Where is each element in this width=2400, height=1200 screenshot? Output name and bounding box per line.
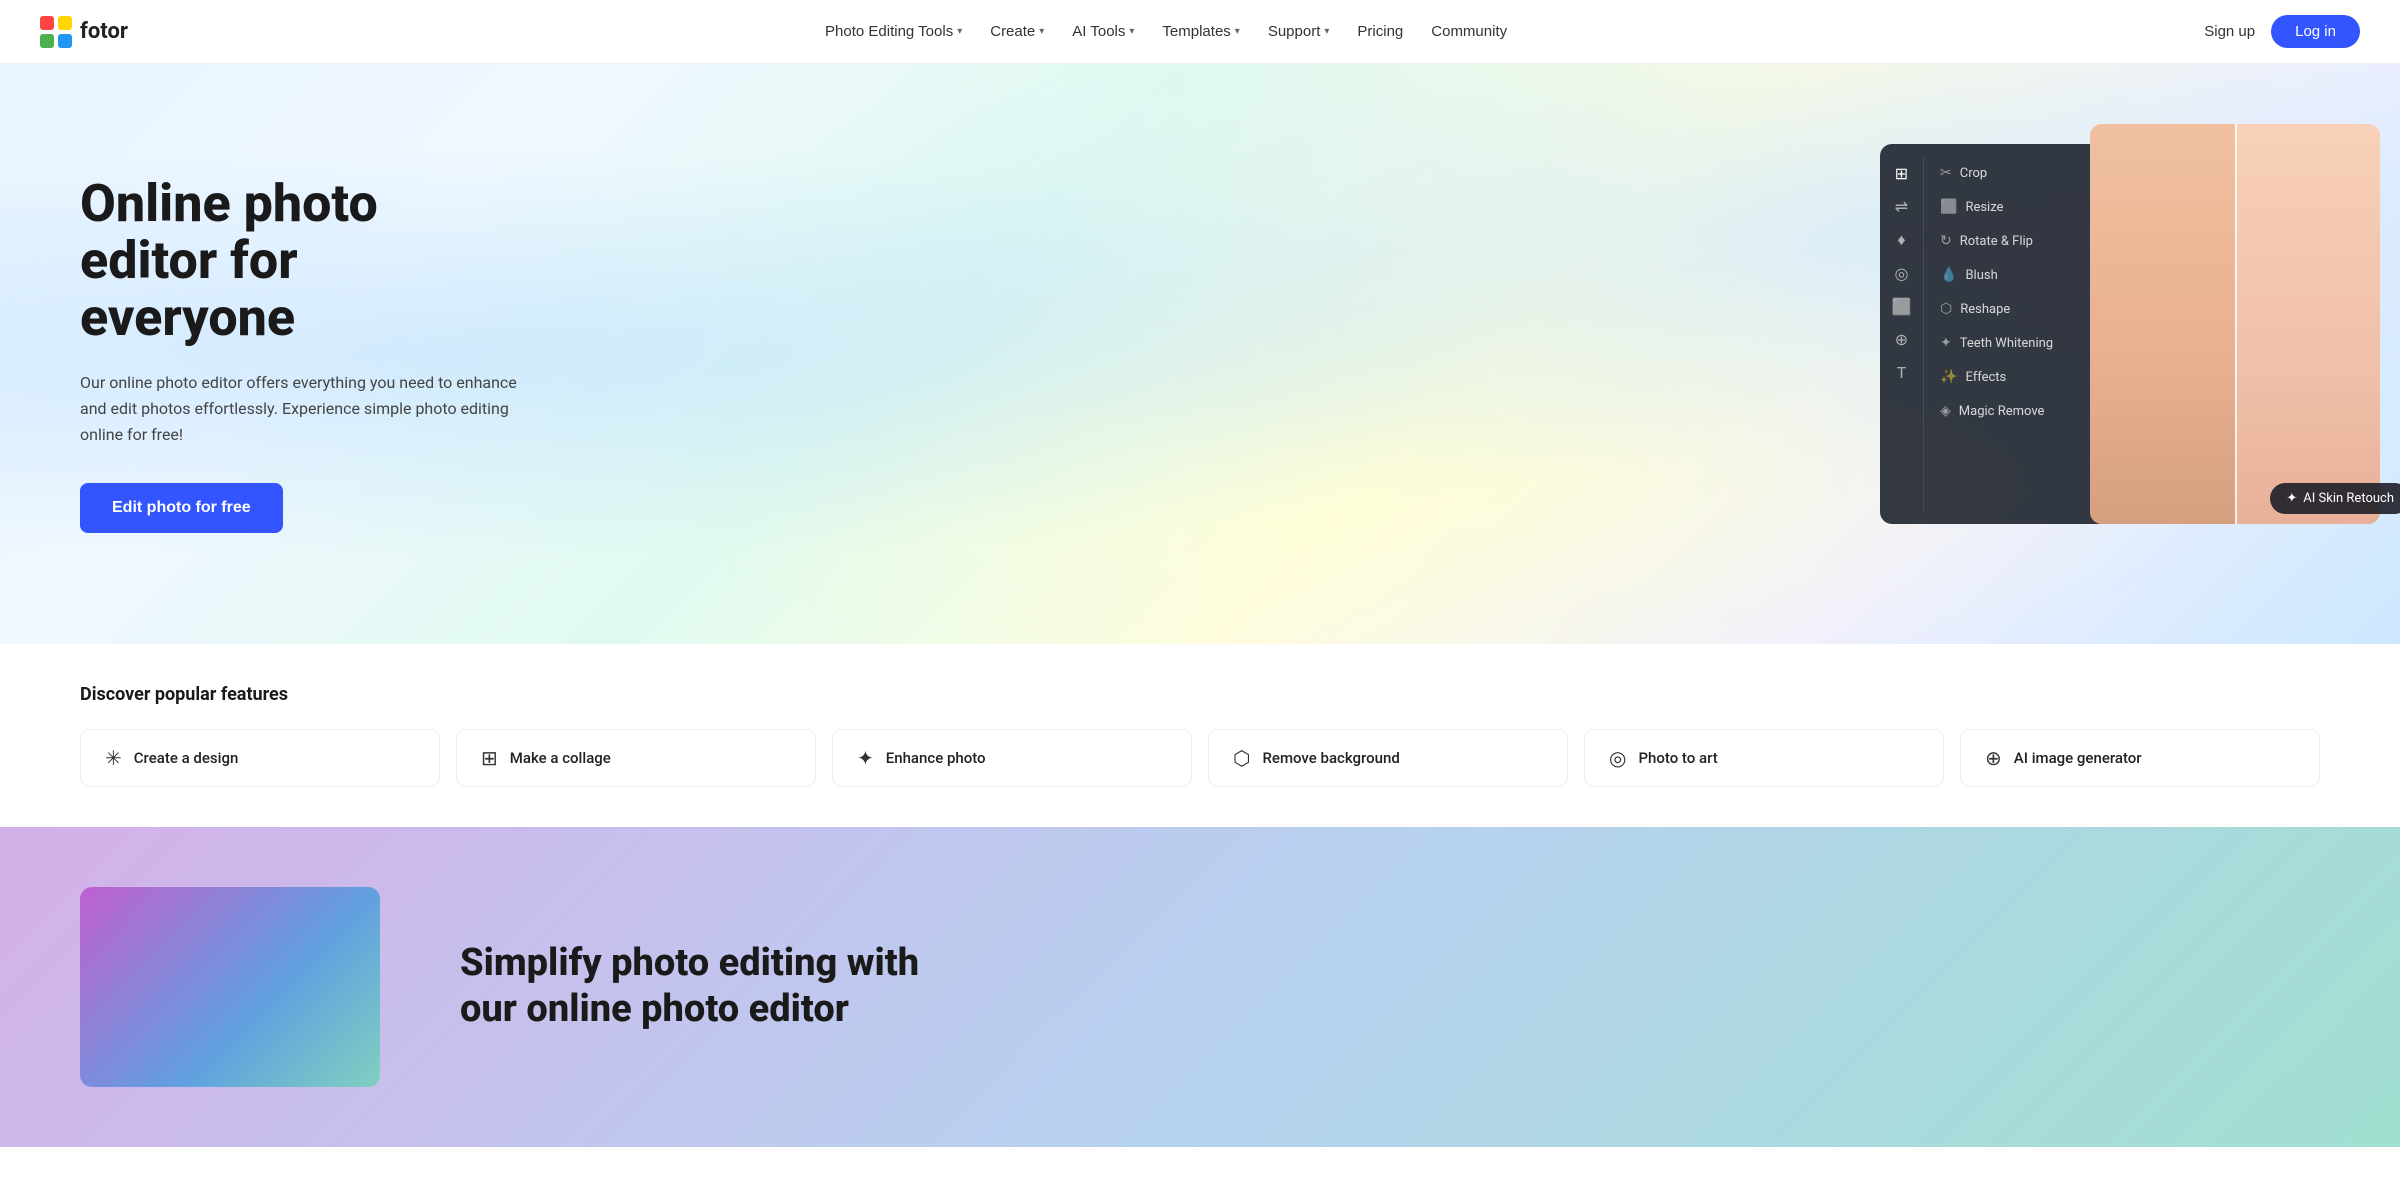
signup-button[interactable]: Sign up	[2204, 23, 2255, 40]
edit-photo-button[interactable]: Edit photo for free	[80, 483, 283, 533]
ai-badge: ✦ AI Skin Retouch	[2270, 483, 2400, 514]
chevron-down-icon: ▾	[1235, 26, 1240, 37]
bottom-text: Simplify photo editing with our online p…	[460, 941, 960, 1032]
ai-image-gen-icon: ⊕	[1985, 746, 2002, 770]
chevron-down-icon: ▾	[1324, 26, 1329, 37]
menu-item-effects[interactable]: ✨ Effects	[1932, 360, 2102, 394]
panel-people-icon[interactable]: ⊕	[1895, 330, 1908, 349]
face-left	[2090, 124, 2235, 524]
enhance-photo-icon: ✦	[857, 746, 874, 770]
remove-bg-icon: ⬡	[1233, 746, 1250, 770]
nav-support[interactable]: Support ▾	[1256, 15, 1342, 48]
blush-icon: 💧	[1940, 267, 1957, 283]
feature-ai-image-generator[interactable]: ⊕ AI image generator	[1960, 729, 2320, 787]
nav-community[interactable]: Community	[1419, 15, 1519, 48]
bottom-title: Simplify photo editing with our online p…	[460, 941, 960, 1032]
feature-remove-background[interactable]: ⬡ Remove background	[1208, 729, 1568, 787]
panel-grid-icon[interactable]: ⊞	[1895, 164, 1908, 183]
logo[interactable]: fotor	[40, 16, 128, 48]
reshape-icon: ⬡	[1940, 301, 1952, 317]
panel-text-icon[interactable]: T	[1897, 363, 1907, 382]
feature-create-design[interactable]: ✳ Create a design	[80, 729, 440, 787]
create-design-icon: ✳	[105, 746, 122, 770]
rotate-icon: ↻	[1940, 233, 1952, 249]
panel-beauty-icon[interactable]: ♦	[1897, 230, 1905, 250]
resize-icon: ⬜	[1940, 199, 1957, 215]
editor-panel: ⊞ ⇌ ♦ ◎ ⬜ ⊕ T ✂ Crop ⬜ Resize ↻ R	[1880, 144, 2110, 524]
menu-item-rotate[interactable]: ↻ Rotate & Flip	[1932, 224, 2102, 258]
teeth-icon: ✦	[1940, 335, 1952, 351]
logo-text: fotor	[80, 19, 128, 44]
ai-icon: ✦	[2286, 491, 2297, 506]
bottom-section: Simplify photo editing with our online p…	[0, 827, 2400, 1147]
effects-icon: ✨	[1940, 369, 1957, 385]
hero-image-area: ⊞ ⇌ ♦ ◎ ⬜ ⊕ T ✂ Crop ⬜ Resize ↻ R	[1880, 124, 2400, 544]
features-grid: ✳ Create a design ⊞ Make a collage ✦ Enh…	[80, 729, 2320, 787]
logo-icon	[40, 16, 72, 48]
menu-item-crop[interactable]: ✂ Crop	[1932, 156, 2102, 190]
nav-actions: Sign up Log in	[2204, 15, 2360, 48]
nav-photo-editing-tools[interactable]: Photo Editing Tools ▾	[813, 15, 974, 48]
bottom-preview-image	[80, 887, 380, 1087]
chevron-down-icon: ▾	[957, 26, 962, 37]
nav-templates[interactable]: Templates ▾	[1150, 15, 1251, 48]
split-line	[2235, 124, 2237, 524]
panel-eye-icon[interactable]: ◎	[1895, 264, 1909, 283]
menu-item-magic-remove[interactable]: ◈ Magic Remove	[1932, 394, 2102, 428]
chevron-down-icon: ▾	[1129, 26, 1134, 37]
chevron-down-icon: ▾	[1039, 26, 1044, 37]
make-collage-icon: ⊞	[481, 746, 498, 770]
feature-enhance-photo[interactable]: ✦ Enhance photo	[832, 729, 1192, 787]
panel-adjust-icon[interactable]: ⇌	[1895, 197, 1908, 216]
hero-photo	[2090, 124, 2380, 524]
nav-ai-tools[interactable]: AI Tools ▾	[1060, 15, 1146, 48]
menu-item-resize[interactable]: ⬜ Resize	[1932, 190, 2102, 224]
panel-menu: ✂ Crop ⬜ Resize ↻ Rotate & Flip 💧 Blush …	[1924, 156, 2110, 512]
menu-item-blush[interactable]: 💧 Blush	[1932, 258, 2102, 292]
magic-remove-icon: ◈	[1940, 403, 1951, 419]
hero-subtitle: Our online photo editor offers everythin…	[80, 370, 520, 447]
menu-item-teeth[interactable]: ✦ Teeth Whitening	[1932, 326, 2102, 360]
hero-section: Online photo editor for everyone Our onl…	[0, 64, 2400, 644]
nav-pricing[interactable]: Pricing	[1345, 15, 1415, 48]
panel-sidebar: ⊞ ⇌ ♦ ◎ ⬜ ⊕ T	[1880, 156, 1924, 512]
face-right	[2235, 124, 2380, 524]
hero-content: Online photo editor for everyone Our onl…	[0, 115, 520, 593]
hero-title: Online photo editor for everyone	[80, 175, 520, 347]
menu-item-reshape[interactable]: ⬡ Reshape	[1932, 292, 2102, 326]
panel-crop-icon[interactable]: ⬜	[1892, 297, 1912, 316]
feature-photo-to-art[interactable]: ◎ Photo to art	[1584, 729, 1944, 787]
features-title: Discover popular features	[80, 684, 2320, 705]
nav-create[interactable]: Create ▾	[978, 15, 1056, 48]
navbar: fotor Photo Editing Tools ▾ Create ▾ AI …	[0, 0, 2400, 64]
nav-links: Photo Editing Tools ▾ Create ▾ AI Tools …	[813, 15, 1519, 48]
feature-make-collage[interactable]: ⊞ Make a collage	[456, 729, 816, 787]
crop-icon: ✂	[1940, 165, 1952, 181]
photo-to-art-icon: ◎	[1609, 746, 1626, 770]
features-section: Discover popular features ✳ Create a des…	[0, 644, 2400, 827]
login-button[interactable]: Log in	[2271, 15, 2360, 48]
